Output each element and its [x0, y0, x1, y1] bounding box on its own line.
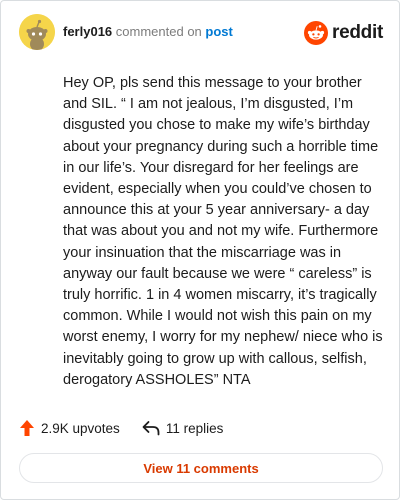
- upvote-button[interactable]: 2.9K upvotes: [19, 419, 120, 437]
- comment-body: Hey OP, pls send this message to your br…: [63, 75, 383, 388]
- comment-actions: 2.9K upvotes 11 replies: [19, 417, 245, 439]
- snoo-avatar-icon[interactable]: [19, 14, 55, 50]
- comment-meta: ferly016 commented on post: [63, 24, 233, 39]
- reddit-logo[interactable]: reddit: [304, 20, 383, 46]
- post-link[interactable]: post: [205, 24, 232, 39]
- comment-card: ferly016 commented on post reddit Hey OP…: [0, 0, 400, 500]
- reply-button[interactable]: 11 replies: [142, 420, 224, 436]
- action-text: commented on: [115, 24, 202, 39]
- username-link[interactable]: ferly016: [63, 24, 112, 39]
- view-comments-button[interactable]: View 11 comments: [19, 453, 383, 483]
- comment-header: ferly016 commented on post reddit: [19, 14, 383, 54]
- upvote-arrow-icon: [20, 420, 34, 436]
- reddit-wordmark: reddit: [332, 22, 383, 43]
- reddit-logo-icon: [304, 21, 329, 45]
- upvote-count: 2.9K upvotes: [41, 420, 120, 436]
- reply-count: 11 replies: [165, 420, 224, 436]
- reply-arrow-icon: [142, 421, 160, 436]
